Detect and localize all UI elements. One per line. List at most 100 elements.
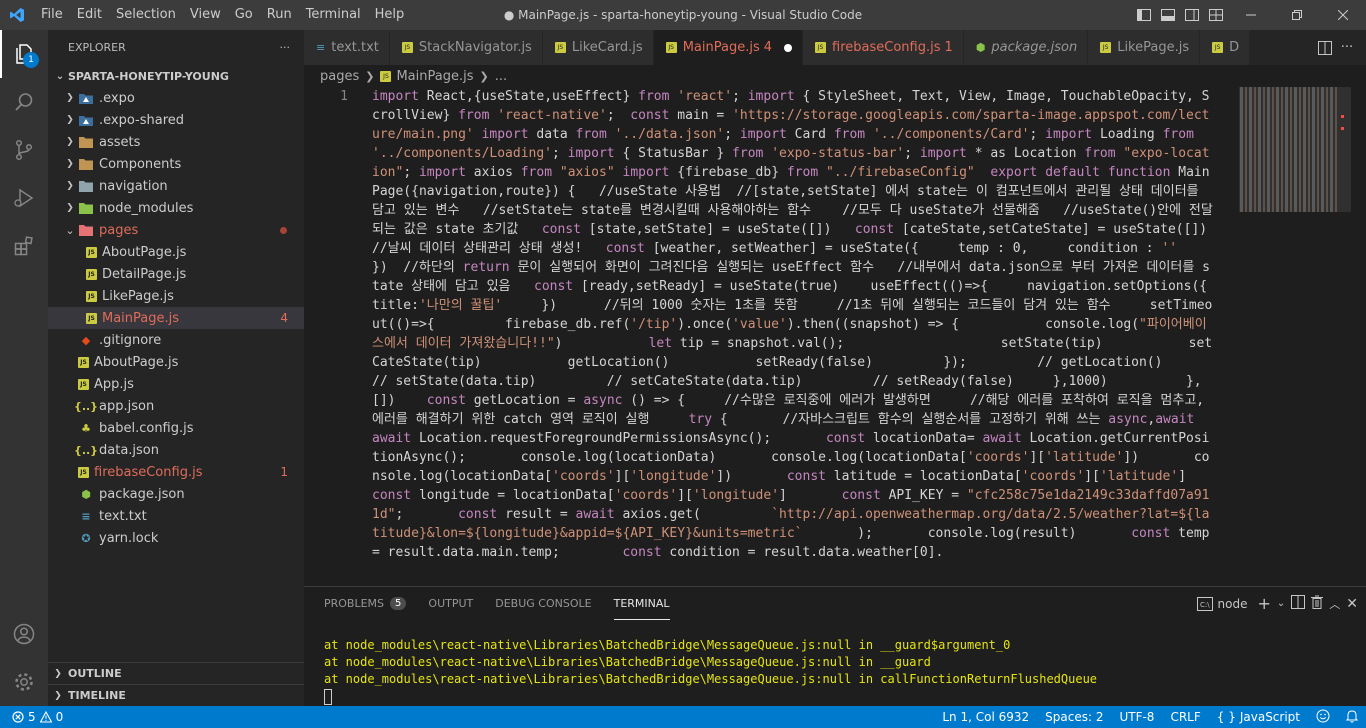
tree-file[interactable]: {..} app.json (48, 395, 304, 417)
encoding[interactable]: UTF-8 (1111, 710, 1162, 724)
timeline-title: TIMELINE (68, 689, 126, 702)
chevron-right-icon: ❯ (365, 69, 375, 83)
source-control-icon[interactable] (0, 126, 48, 174)
panel-tab-debug-console[interactable]: DEBUG CONSOLE (495, 587, 591, 620)
menu-go[interactable]: Go (228, 0, 260, 30)
menu-help[interactable]: Help (368, 0, 412, 30)
menu-bar: File Edit Selection View Go Run Terminal Help (34, 0, 411, 30)
tree-file[interactable]: ✪ yarn.lock (48, 527, 304, 549)
customize-layout-icon[interactable] (1204, 0, 1228, 30)
tree-item-label: data.json (99, 442, 159, 458)
cursor-position[interactable]: Ln 1, Col 6932 (934, 710, 1037, 724)
outline-section[interactable]: ❯ OUTLINE (48, 662, 304, 684)
menu-run[interactable]: Run (260, 0, 299, 30)
chevron-right-icon: ❯ (66, 137, 74, 147)
run-debug-icon[interactable] (0, 174, 48, 222)
more-actions-icon[interactable]: ··· (1336, 37, 1358, 59)
tree-file[interactable]: ⬢ package.json (48, 483, 304, 505)
terminal-selector[interactable]: C:\ node (1196, 596, 1247, 611)
tree-folder[interactable]: ❯ assets (48, 131, 304, 153)
editor-tab[interactable]: ⬢ package.json (963, 30, 1089, 65)
indentation[interactable]: Spaces: 2 (1037, 710, 1111, 724)
split-editor-icon[interactable] (1314, 37, 1336, 59)
tree-file[interactable]: JS MainPage.js 4 (48, 307, 304, 329)
tree-file[interactable]: JS AboutPage.js (48, 241, 304, 263)
editor-tab[interactable]: JS D (1200, 30, 1251, 65)
tree-folder[interactable]: ❯ navigation (48, 175, 304, 197)
minimap[interactable] (1239, 87, 1351, 586)
close-button[interactable] (1320, 0, 1366, 30)
unsaved-dot-icon[interactable] (784, 43, 793, 52)
code-text[interactable]: import React,{useState,useEffect} from '… (372, 87, 1214, 586)
minimize-button[interactable] (1228, 0, 1274, 30)
tree-file[interactable]: ♣ babel.config.js (48, 417, 304, 439)
close-panel-icon[interactable]: ✕ (1346, 596, 1358, 612)
problem-dot (280, 227, 287, 234)
explorer-icon[interactable]: 1 (0, 30, 48, 78)
tree-folder[interactable]: ⌄ pages (48, 219, 304, 241)
trash-icon[interactable] (1311, 595, 1324, 612)
chevron-down-icon[interactable]: ⌄ (1277, 598, 1285, 609)
vscode-logo-icon[interactable] (0, 0, 34, 30)
feedback-icon[interactable] (1308, 709, 1338, 726)
restore-button[interactable] (1274, 0, 1320, 30)
js-file-icon: JS (380, 70, 392, 82)
breadcrumb-symbol[interactable]: ... (495, 69, 507, 84)
editor-tab[interactable]: JS LikeCard.js (542, 30, 654, 65)
problems-status[interactable]: 5 0 (0, 710, 63, 724)
tree-folder[interactable]: ❯ Components (48, 153, 304, 175)
terminal-output[interactable]: at node_modules\react-native\Libraries\B… (324, 637, 1097, 705)
editor-tab[interactable]: JS StackNavigator.js (389, 30, 543, 65)
toggle-secondary-sidebar-icon[interactable] (1180, 0, 1204, 30)
menu-selection[interactable]: Selection (109, 0, 183, 30)
panel-tab-output[interactable]: OUTPUT (428, 587, 473, 620)
end-of-line[interactable]: CRLF (1162, 710, 1208, 724)
timeline-section[interactable]: ❯ TIMELINE (48, 684, 304, 706)
project-folder-header[interactable]: ⌄ SPARTA-HONEYTIP-YOUNG (48, 65, 304, 87)
search-icon[interactable] (0, 78, 48, 126)
problem-count-badge: 1 (280, 465, 288, 479)
editor-tab[interactable]: ≡ text.txt (304, 30, 390, 65)
folder-icon (78, 157, 94, 171)
panel-tab-terminal[interactable]: TERMINAL (613, 587, 670, 620)
breadcrumb-file[interactable]: MainPage.js (396, 69, 473, 84)
account-icon[interactable] (0, 610, 48, 658)
tree-file[interactable]: ◆ .gitignore (48, 329, 304, 351)
maximize-panel-icon[interactable]: ︿ (1329, 596, 1340, 612)
tree-folder[interactable]: ❯ node_modules (48, 197, 304, 219)
editor-tab[interactable]: JS firebaseConfig.js 1 (803, 30, 964, 65)
extensions-icon[interactable] (0, 222, 48, 270)
editor-tab[interactable]: JS MainPage.js 4 (653, 30, 804, 65)
toggle-sidebar-icon[interactable] (1132, 0, 1156, 30)
tree-file[interactable]: JS AboutPage.js (48, 351, 304, 373)
tab-label: LikeCard.js (571, 40, 643, 55)
toggle-panel-icon[interactable] (1156, 0, 1180, 30)
panel-tab-problems[interactable]: PROBLEMS 5 (324, 587, 407, 620)
menu-view[interactable]: View (183, 0, 228, 30)
js-file-icon: JS (815, 42, 827, 53)
tree-item-label: Components (99, 156, 182, 172)
tree-folder[interactable]: ❯ .expo-shared (48, 109, 304, 131)
menu-file[interactable]: File (34, 0, 70, 30)
new-terminal-icon[interactable]: + (1257, 594, 1270, 613)
tree-file[interactable]: JS LikePage.js (48, 285, 304, 307)
breadcrumb-folder[interactable]: pages (320, 69, 359, 84)
tree-file[interactable]: ≡ text.txt (48, 505, 304, 527)
split-terminal-icon[interactable] (1291, 595, 1306, 612)
menu-edit[interactable]: Edit (70, 0, 109, 30)
language-mode[interactable]: { } JavaScript (1209, 710, 1308, 724)
manage-gear-icon[interactable] (0, 658, 48, 706)
code-editor[interactable]: 1 import React,{useState,useEffect} from… (304, 87, 1239, 586)
notifications-bell-icon[interactable] (1338, 709, 1366, 726)
tree-folder[interactable]: ❯ .expo (48, 87, 304, 109)
menu-terminal[interactable]: Terminal (299, 0, 368, 30)
node-file-icon: ⬢ (975, 41, 986, 54)
tree-file[interactable]: JS firebaseConfig.js 1 (48, 461, 304, 483)
more-actions-icon[interactable]: ··· (280, 41, 291, 54)
tree-file[interactable]: JS DetailPage.js (48, 263, 304, 285)
editor-tab[interactable]: JS LikePage.js (1088, 30, 1201, 65)
tree-file[interactable]: JS App.js (48, 373, 304, 395)
minimap-slider[interactable] (1239, 87, 1351, 212)
tree-file[interactable]: {..} data.json (48, 439, 304, 461)
activity-bar: 1 (0, 30, 48, 706)
